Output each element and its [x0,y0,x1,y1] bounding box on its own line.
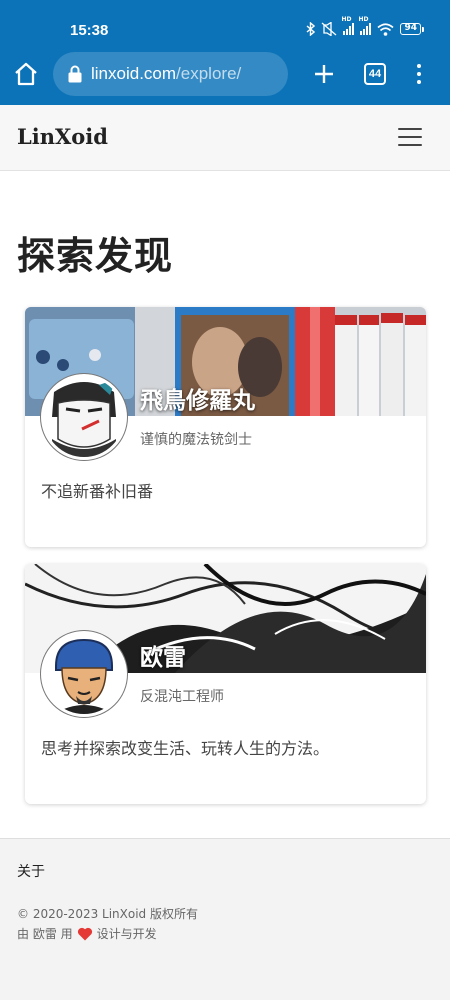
avatar-image [44,377,124,457]
credit-prefix: 由 欧雷 用 [17,927,73,941]
copyright-text: © 2020-2023 LinXoid 版权所有 [17,907,198,921]
battery-icon: 94 [400,23,424,35]
about-link[interactable]: 关于 [17,861,45,881]
status-icons: HD HD 94 [306,16,424,36]
status-bar: 15:38 HD HD 94 [0,0,450,44]
battery-level: 94 [400,23,421,35]
site-footer: 关于 © 2020-2023 LinXoid 版权所有 由 欧雷 用 设计与开发 [0,838,450,1000]
lock-icon [68,65,82,83]
browser-toolbar: linxoid.com/explore/ 44 [0,52,450,96]
user-card[interactable]: 欧雷 反混沌工程师 思考并探索改变生活、玩转人生的方法。 [25,564,426,804]
address-bar[interactable]: linxoid.com/explore/ [53,52,288,96]
user-subtitle: 谨慎的魔法铳剑士 [140,432,252,448]
user-bio: 思考并探索改变生活、玩转人生的方法。 [41,739,330,758]
home-icon[interactable] [13,61,39,87]
credit-text: 由 欧雷 用 设计与开发 [17,925,157,942]
page-title: 探索发现 [17,234,174,278]
plus-icon[interactable] [310,60,338,88]
hd-label: HD [358,16,369,23]
heart-icon [77,927,92,940]
url-text[interactable]: linxoid.com/explore/ [91,64,241,84]
wifi-icon [377,22,394,36]
bluetooth-icon [307,22,316,36]
avatar[interactable] [41,631,127,717]
user-bio: 不追新番补旧番 [41,482,154,501]
browser-chrome: 15:38 HD HD 94 linxoid.com/explore/ 44 [0,0,450,105]
mute-icon [322,22,337,36]
url-domain: linxoid.com [91,64,177,83]
status-time: 15:38 [70,22,109,39]
user-name[interactable]: 飛鳥修羅丸 [140,381,255,415]
hamburger-menu-icon[interactable] [398,128,422,146]
kebab-menu-icon[interactable] [412,62,426,86]
avatar-image [44,634,124,714]
signal-icon: HD [341,16,355,35]
site-logo[interactable]: LinXoid [17,124,108,149]
user-card[interactable]: 飛鳥修羅丸 谨慎的魔法铳剑士 不追新番补旧番 [25,307,426,547]
user-subtitle: 反混沌工程师 [140,689,224,705]
url-path: /explore/ [176,64,242,83]
user-name[interactable]: 欧雷 [140,638,186,672]
site-header: LinXoid [0,105,450,171]
avatar[interactable] [41,374,127,460]
tabs-button[interactable]: 44 [364,63,386,85]
main-content: 探索发现 飛鳥修羅丸 谨慎的魔法铳剑士 不追新番补旧番 欧雷 反混沌工程师 思考… [0,171,450,838]
signal-icon: HD [358,16,372,35]
credit-suffix: 设计与开发 [96,927,157,941]
hd-label: HD [341,16,352,23]
